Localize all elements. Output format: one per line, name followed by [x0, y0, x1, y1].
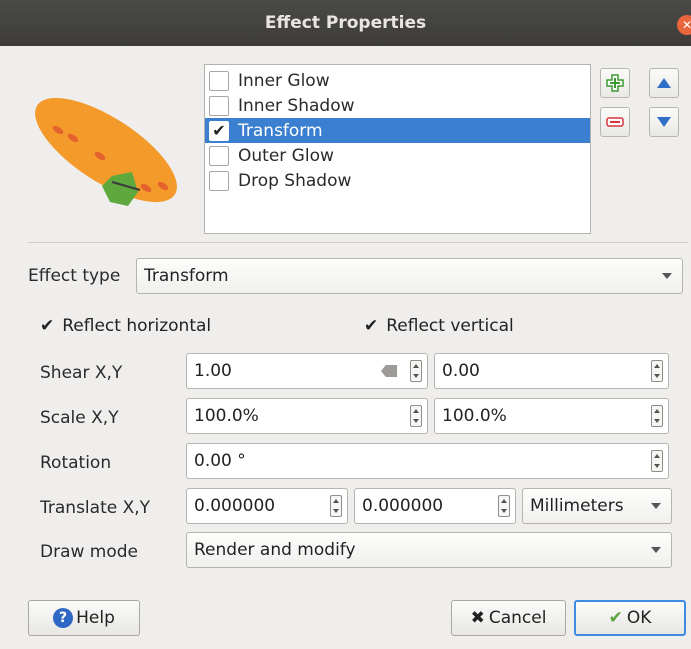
translate-x-value: 0.000000: [194, 496, 276, 516]
translate-label: Translate X,Y: [40, 498, 151, 518]
ok-button[interactable]: ✔ OK: [574, 600, 686, 636]
shear-y-field[interactable]: 0.00: [434, 353, 669, 389]
shear-y-value: 0.00: [442, 361, 480, 381]
clear-icon[interactable]: [381, 365, 397, 377]
effect-label: Inner Shadow: [238, 95, 355, 116]
rotation-value: 0.00 °: [194, 451, 246, 471]
spin-arrows-icon[interactable]: [410, 405, 422, 427]
window-title: Effect Properties: [264, 13, 427, 33]
effect-item-inner-glow[interactable]: Inner Glow: [205, 68, 590, 93]
effect-checkbox[interactable]: ✔: [209, 120, 229, 141]
effect-item-transform[interactable]: ✔ Transform: [205, 118, 590, 143]
rotation-field[interactable]: 0.00 °: [186, 443, 669, 479]
translate-y-value: 0.000000: [362, 496, 444, 516]
scale-y-field[interactable]: 100.0%: [434, 398, 669, 434]
add-effect-button[interactable]: [600, 68, 630, 98]
shear-x-value: 1.00: [194, 361, 232, 381]
shear-x-field[interactable]: 1.00: [186, 353, 428, 389]
spin-arrows-icon[interactable]: [330, 495, 342, 517]
shear-label: Shear X,Y: [40, 363, 123, 383]
effect-type-label: Effect type: [28, 266, 121, 286]
help-icon: ?: [53, 608, 74, 628]
spin-arrows-icon[interactable]: [498, 495, 510, 517]
arrow-up-icon: [657, 78, 671, 88]
spin-arrows-icon[interactable]: [410, 360, 422, 382]
separator: [28, 242, 688, 243]
translate-x-field[interactable]: 0.000000: [186, 488, 348, 524]
check-icon: ✔: [364, 316, 379, 336]
plus-icon: [606, 74, 624, 92]
spin-arrows-icon[interactable]: [651, 450, 663, 472]
effect-type-value: Transform: [144, 266, 229, 286]
close-icon: ✕: [681, 18, 691, 32]
check-icon: ✔: [608, 608, 623, 628]
check-icon: ✔: [40, 316, 55, 336]
effect-item-inner-shadow[interactable]: Inner Shadow: [205, 93, 590, 118]
ok-label: OK: [626, 608, 652, 628]
effect-label: Outer Glow: [238, 145, 334, 166]
effect-list[interactable]: Inner Glow Inner Shadow ✔ Transform Oute…: [204, 64, 591, 234]
effect-label: Inner Glow: [238, 70, 330, 91]
rotation-label: Rotation: [40, 453, 112, 473]
remove-effect-button[interactable]: [600, 107, 630, 137]
cancel-button[interactable]: ✖ Cancel: [451, 600, 566, 636]
reflect-horizontal-label: Reflect horizontal: [62, 316, 212, 336]
cancel-label: Cancel: [488, 608, 547, 628]
scale-x-value: 100.0%: [194, 406, 259, 426]
chevron-down-icon: [662, 273, 672, 279]
scale-label: Scale X,Y: [40, 408, 119, 428]
arrow-down-icon: [657, 117, 671, 127]
help-label: Help: [76, 608, 115, 628]
scale-x-field[interactable]: 100.0%: [186, 398, 428, 434]
effect-checkbox[interactable]: [209, 170, 229, 191]
move-down-button[interactable]: [649, 107, 679, 137]
effect-preview: [35, 97, 177, 206]
translate-y-field[interactable]: 0.000000: [354, 488, 516, 524]
scale-y-value: 100.0%: [442, 406, 507, 426]
effect-label: Transform: [238, 120, 323, 141]
spin-arrows-icon[interactable]: [651, 405, 663, 427]
spin-arrows-icon[interactable]: [651, 360, 663, 382]
minus-icon: [606, 117, 624, 127]
reflect-vertical-label: Reflect vertical: [386, 316, 514, 336]
translate-unit-select[interactable]: Millimeters: [522, 488, 672, 524]
help-button[interactable]: ? Help: [28, 600, 140, 636]
draw-mode-label: Draw mode: [40, 542, 139, 562]
effect-item-outer-glow[interactable]: Outer Glow: [205, 143, 590, 168]
move-up-button[interactable]: [649, 68, 679, 98]
translate-unit-value: Millimeters: [530, 496, 624, 516]
effect-item-drop-shadow[interactable]: Drop Shadow: [205, 168, 590, 193]
draw-mode-select[interactable]: Render and modify: [186, 532, 672, 568]
title-bar: Effect Properties ✕: [0, 0, 691, 46]
draw-mode-value: Render and modify: [194, 540, 356, 560]
close-button[interactable]: ✕: [677, 15, 691, 35]
effect-type-select[interactable]: Transform: [136, 258, 683, 294]
chevron-down-icon: [651, 503, 661, 509]
effect-checkbox[interactable]: [209, 95, 229, 116]
effect-checkbox[interactable]: [209, 70, 229, 91]
reflect-vertical-checkbox[interactable]: ✔ Reflect vertical: [364, 316, 514, 336]
reflect-horizontal-checkbox[interactable]: ✔ Reflect horizontal: [40, 316, 211, 336]
effect-checkbox[interactable]: [209, 145, 229, 166]
close-icon: ✖: [470, 608, 485, 628]
chevron-down-icon: [651, 547, 661, 553]
effect-label: Drop Shadow: [238, 170, 352, 191]
